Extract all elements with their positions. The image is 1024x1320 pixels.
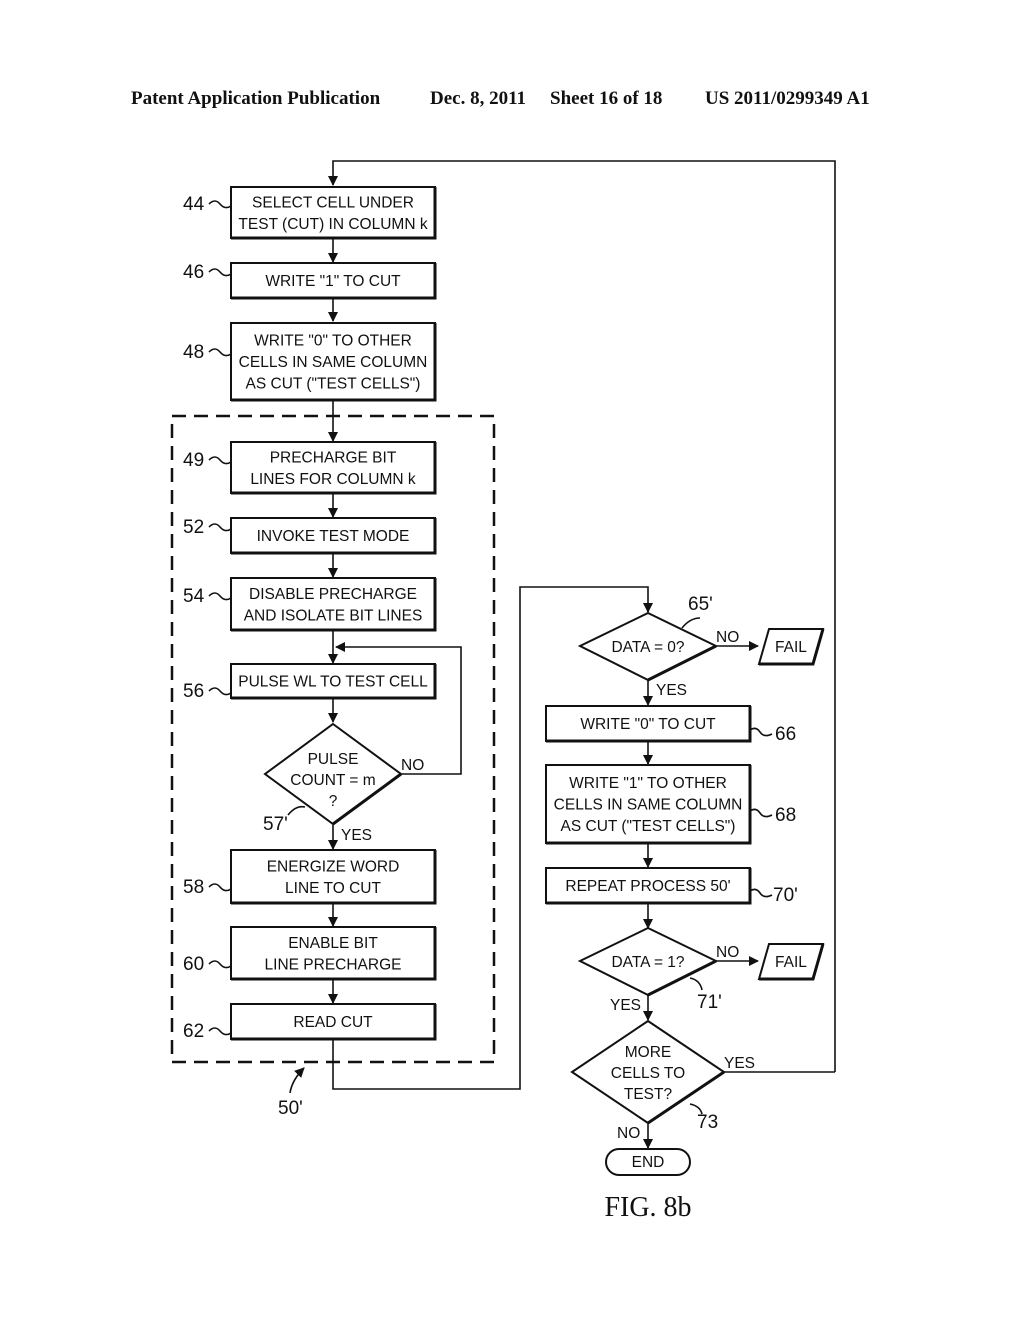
leader-57 [287, 805, 306, 816]
ref-73: 73 [697, 1112, 718, 1133]
step-text-line: REPEAT PROCESS 50' [565, 878, 730, 895]
process-step-68: WRITE "1" TO OTHER CELLS IN SAME COLUMN AS… [545, 764, 796, 845]
step-text-line: PRECHARGE BIT [270, 449, 397, 466]
flowchart: SELECT CELL UNDER TEST (CUT) IN COLUMN k 4… [170, 160, 836, 1223]
decision-73-line-3: TEST? [624, 1086, 673, 1103]
process-step-58: ENERGIZE WORD LINE TO CUT 58 [183, 849, 437, 905]
ref-leader [208, 348, 232, 357]
ref-number: 46 [183, 262, 204, 283]
process-step-54: DISABLE PRECHARGE AND ISOLATE BIT LINES 54 [183, 577, 437, 632]
ref-65: 65' [688, 594, 713, 615]
step-text-line: DISABLE PRECHARGE [249, 586, 417, 603]
ref-50: 50' [278, 1098, 303, 1119]
process-step-60: ENABLE BIT LINE PRECHARGE 60 [183, 926, 437, 981]
ref-57: 57' [263, 814, 288, 835]
terminal-fail-2: FAIL [757, 943, 825, 981]
step-text-line: CELLS IN SAME COLUMN [554, 797, 743, 814]
ref-leader [208, 268, 232, 277]
fail-2-label: FAIL [775, 954, 807, 971]
ref-number: 54 [183, 586, 205, 607]
leader-65 [681, 617, 701, 629]
step-text-line: AS CUT ("TEST CELLS") [246, 376, 421, 393]
decision-73: MORE CELLS TO TEST? YES NO 73 [570, 1019, 755, 1142]
terminal-fail-1: FAIL [757, 628, 825, 666]
ref-number: 48 [183, 342, 204, 363]
ref-number: 58 [183, 877, 204, 898]
figure-label: FIG. 8b [604, 1192, 691, 1223]
ref-number: 49 [183, 450, 204, 471]
step-text-line: INVOKE TEST MODE [257, 528, 410, 545]
decision-71-yes-label: YES [610, 997, 641, 1014]
step-text-line: WRITE "1" TO CUT [265, 273, 401, 290]
ref-number: 60 [183, 954, 204, 975]
step-text-line: WRITE "1" TO OTHER [569, 775, 727, 792]
leader-50 [289, 1067, 305, 1094]
step-text-line: WRITE "0" TO CUT [580, 716, 716, 733]
ref-leader [749, 727, 773, 737]
decision-73-line-2: CELLS TO [611, 1065, 685, 1082]
ref-leader [208, 1027, 232, 1036]
decision-57-line-3: ? [329, 793, 338, 810]
ref-number: 70' [773, 885, 798, 906]
ref-leader [208, 523, 232, 532]
decision-65-no-label: NO [716, 629, 739, 646]
ref-number: 52 [183, 517, 204, 538]
ref-number: 56 [183, 681, 204, 702]
terminal-end: END [605, 1148, 691, 1176]
decision-57: PULSE COUNT = m ? NO YES 57' [263, 722, 424, 844]
decision-73-line-1: MORE [625, 1044, 672, 1061]
step-text-line: AND ISOLATE BIT LINES [244, 607, 423, 624]
process-step-44: SELECT CELL UNDER TEST (CUT) IN COLUMN k 4… [183, 186, 437, 240]
step-text-line: TEST (CUT) IN COLUMN k [238, 216, 427, 233]
decision-73-no-label: NO [617, 1125, 640, 1142]
process-step-56: PULSE WL TO TEST CELL 56 [183, 663, 437, 702]
ref-leader [208, 592, 232, 601]
ref-leader [208, 456, 232, 465]
decision-57-yes-label: YES [341, 827, 372, 844]
decision-71: DATA = 1? NO YES 71' [577, 926, 739, 1014]
step-text-line: CELLS IN SAME COLUMN [239, 354, 428, 371]
step-text-line: AS CUT ("TEST CELLS") [561, 818, 736, 835]
decision-65-yes-label: YES [656, 682, 687, 699]
ref-number: 66 [775, 724, 796, 745]
step-text-line: LINE PRECHARGE [265, 956, 402, 973]
ref-leader [208, 883, 232, 892]
step-text-line: SELECT CELL UNDER [252, 194, 414, 211]
process-step-62: READ CUT 62 [183, 1003, 437, 1042]
leader-71 [689, 977, 703, 991]
ref-number: 44 [183, 194, 205, 215]
ref-number: 68 [775, 805, 796, 826]
step-text-line: ENERGIZE WORD [267, 858, 400, 875]
decision-73-yes-label: YES [724, 1055, 755, 1072]
ref-leader [208, 200, 232, 209]
step-text-line: LINE TO CUT [285, 880, 381, 897]
ref-leader [749, 808, 773, 818]
ref-leader [208, 687, 232, 696]
decision-57-line-1: PULSE [308, 751, 359, 768]
decision-57-no-label: NO [401, 757, 424, 774]
ref-71: 71' [697, 992, 722, 1013]
process-step-66: WRITE "0" TO CUT 66 [545, 705, 796, 745]
process-step-48: WRITE "0" TO OTHER CELLS IN SAME COLUMN AS… [183, 322, 437, 402]
decision-65-line-1: DATA = 0? [611, 639, 684, 656]
step-text-line: PULSE WL TO TEST CELL [238, 674, 428, 691]
process-step-49: PRECHARGE BIT LINES FOR COLUMN k 49 [183, 441, 437, 495]
process-step-70: REPEAT PROCESS 50' 70' [545, 867, 798, 906]
ref-leader [749, 888, 773, 898]
ref-leader [208, 960, 232, 969]
process-step-52: INVOKE TEST MODE 52 [183, 517, 437, 555]
decision-71-no-label: NO [716, 944, 739, 961]
fail-1-label: FAIL [775, 639, 807, 656]
step-text-line: READ CUT [293, 1014, 373, 1031]
connectors [328, 160, 836, 1149]
step-text-line: ENABLE BIT [288, 935, 378, 952]
ref-number: 62 [183, 1021, 204, 1042]
decision-65: DATA = 0? NO YES 65' [577, 594, 739, 699]
process-step-46: WRITE "1" TO CUT 46 [183, 262, 437, 300]
end-label: END [632, 1154, 665, 1171]
decision-71-line-1: DATA = 1? [611, 954, 684, 971]
step-text-line: WRITE "0" TO OTHER [254, 333, 412, 350]
decision-57-line-2: COUNT = m [290, 772, 375, 789]
step-text-line: LINES FOR COLUMN k [250, 471, 416, 488]
